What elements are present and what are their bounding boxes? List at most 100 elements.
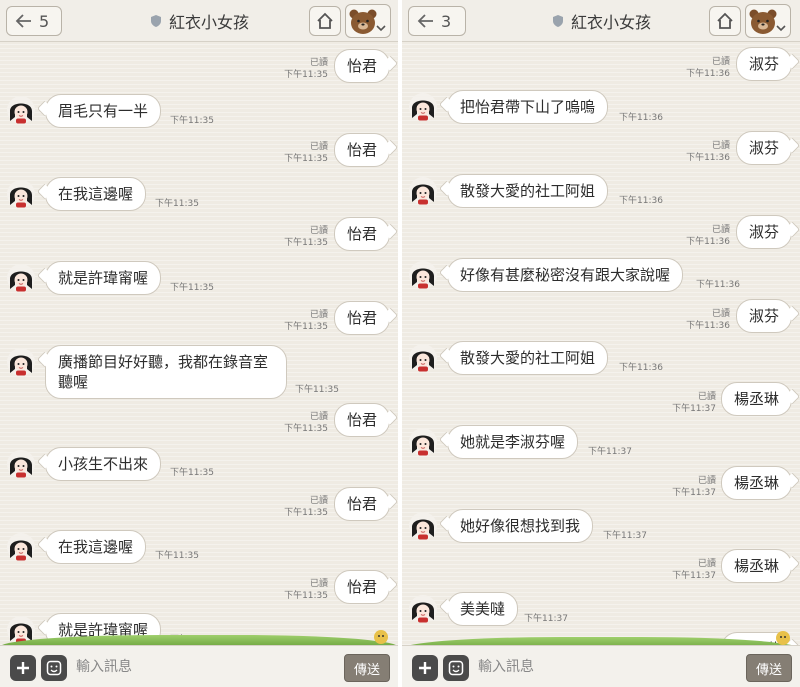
message-time: 下午11:37 [603, 531, 647, 541]
chat-panel-left: 5 紅衣小女孩 怡君 已讀 下午11:35 眉毛只有一半 下午11:35 怡君 已… [0, 0, 398, 687]
contact-avatar[interactable] [408, 511, 438, 541]
outgoing-message-bubble: 怡君 [333, 49, 390, 83]
message-meta: 已讀 下午11:37 [672, 392, 716, 414]
profile-menu-button[interactable] [345, 4, 391, 38]
incoming-message-bubble: 就是許瑋甯喔 [45, 261, 162, 295]
home-button[interactable] [309, 6, 341, 36]
chick-sticker-icon [374, 630, 388, 644]
incoming-message-bubble: 好像有甚麼秘密沒有跟大家說喔 [447, 258, 684, 292]
add-attachment-button[interactable] [10, 655, 36, 681]
incoming-message-bubble: 她好像很想找到我 [447, 509, 594, 543]
chat-panel-right: 3 紅衣小女孩 淑芬 已讀 下午11:36 把怡君帶下山了嗚嗚 下午11:36 淑… [402, 0, 800, 687]
message-meta: 已讀 下午11:37 [672, 559, 716, 581]
outgoing-message-bubble: 淑芬 [735, 131, 792, 165]
message-time: 下午11:35 [295, 385, 339, 395]
contact-avatar[interactable] [408, 594, 438, 624]
incoming-message-bubble: 美美噠 [447, 592, 519, 626]
chevron-down-icon [776, 25, 786, 32]
profile-menu-button[interactable] [745, 4, 791, 38]
message-meta: 已讀 下午11:36 [686, 225, 730, 247]
contact-avatar[interactable] [408, 427, 438, 457]
contact-avatar[interactable] [408, 260, 438, 290]
chat-header: 5 紅衣小女孩 [0, 0, 398, 42]
chick-sticker-icon [776, 631, 790, 645]
emoji-button[interactable] [443, 655, 469, 681]
add-attachment-button[interactable] [412, 655, 438, 681]
message-time: 下午11:35 [155, 551, 199, 561]
message-meta: 已讀 下午11:35 [284, 142, 328, 164]
home-icon [317, 12, 333, 29]
outgoing-message-bubble: 怡君 [333, 217, 390, 251]
plus-icon [17, 662, 29, 674]
plus-icon [419, 662, 431, 674]
message-input-bar: 傳送 [402, 645, 800, 687]
contact-avatar[interactable] [6, 532, 36, 562]
home-button[interactable] [709, 6, 741, 36]
outgoing-message-bubble: 楊丞琳 [720, 549, 792, 583]
contact-avatar[interactable] [6, 347, 36, 377]
outgoing-message-bubble: 怡君 [333, 403, 390, 437]
incoming-message-bubble: 散發大愛的社工阿姐 [447, 341, 609, 375]
outgoing-message-bubble: 楊丞琳 [720, 382, 792, 416]
incoming-message-bubble: 眉毛只有一半 [45, 94, 162, 128]
contact-avatar[interactable] [6, 263, 36, 293]
bear-avatar-icon [349, 9, 377, 34]
incoming-message-bubble: 在我這邊喔 [45, 177, 147, 211]
shield-icon [552, 15, 563, 27]
incoming-message-bubble: 小孩生不出來 [45, 447, 162, 481]
home-icon [717, 12, 733, 29]
outgoing-message-bubble: 淑芬 [735, 47, 792, 81]
message-meta: 已讀 下午11:35 [284, 496, 328, 518]
message-time: 下午11:37 [588, 447, 632, 457]
incoming-message-bubble: 把怡君帶下山了嗚嗚 [447, 90, 609, 124]
contact-avatar[interactable] [6, 95, 36, 125]
message-time: 下午11:36 [619, 196, 663, 206]
message-input[interactable] [478, 654, 736, 680]
message-meta: 已讀 下午11:35 [284, 226, 328, 248]
outgoing-message-bubble: 淑芬 [735, 299, 792, 333]
message-meta: 已讀 下午11:35 [284, 310, 328, 332]
message-time: 下午11:35 [170, 116, 214, 126]
message-meta: 已讀 下午11:36 [686, 309, 730, 331]
message-meta: 已讀 下午11:36 [686, 57, 730, 79]
incoming-message-bubble: 在我這邊喔 [45, 530, 147, 564]
message-input[interactable] [76, 654, 336, 680]
incoming-message-bubble: 散發大愛的社工阿姐 [447, 174, 609, 208]
message-time: 下午11:36 [619, 363, 663, 373]
outgoing-message-bubble: 怡君 [333, 301, 390, 335]
chat-title-text: 紅衣小女孩 [168, 13, 249, 32]
chevron-down-icon [376, 25, 386, 32]
message-time: 下午11:36 [619, 113, 663, 123]
message-meta: 已讀 下午11:35 [284, 412, 328, 434]
outgoing-message-bubble: 怡君 [333, 570, 390, 604]
incoming-message-bubble: 她就是李淑芬喔 [447, 425, 579, 459]
outgoing-message-bubble: 怡君 [333, 487, 390, 521]
chat-title-text: 紅衣小女孩 [570, 13, 651, 32]
send-button[interactable]: 傳送 [746, 654, 792, 682]
shield-icon [150, 15, 161, 27]
contact-avatar[interactable] [6, 179, 36, 209]
contact-avatar[interactable] [408, 343, 438, 373]
smiley-icon [448, 660, 464, 676]
outgoing-message-bubble: 楊丞琳 [720, 466, 792, 500]
message-time: 下午11:35 [170, 468, 214, 478]
bear-avatar-icon [749, 9, 777, 34]
message-meta: 已讀 下午11:37 [672, 476, 716, 498]
message-input-bar: 傳送 [0, 645, 398, 687]
message-time: 下午11:37 [524, 614, 568, 624]
incoming-message-bubble: 廣播節目好好聽，我都在錄音室聽喔 [45, 345, 287, 399]
send-button[interactable]: 傳送 [344, 654, 390, 682]
outgoing-message-bubble: 怡君 [333, 133, 390, 167]
message-meta: 已讀 下午11:36 [686, 141, 730, 163]
message-time: 下午11:35 [155, 199, 199, 209]
message-meta: 已讀 下午11:35 [284, 579, 328, 601]
contact-avatar[interactable] [408, 92, 438, 122]
message-time: 下午11:36 [696, 280, 740, 290]
emoji-button[interactable] [41, 655, 67, 681]
contact-avatar[interactable] [6, 449, 36, 479]
message-time: 下午11:35 [170, 283, 214, 293]
smiley-icon [46, 660, 62, 676]
contact-avatar[interactable] [408, 176, 438, 206]
message-meta: 已讀 下午11:35 [284, 58, 328, 80]
chat-header: 3 紅衣小女孩 [402, 0, 800, 42]
